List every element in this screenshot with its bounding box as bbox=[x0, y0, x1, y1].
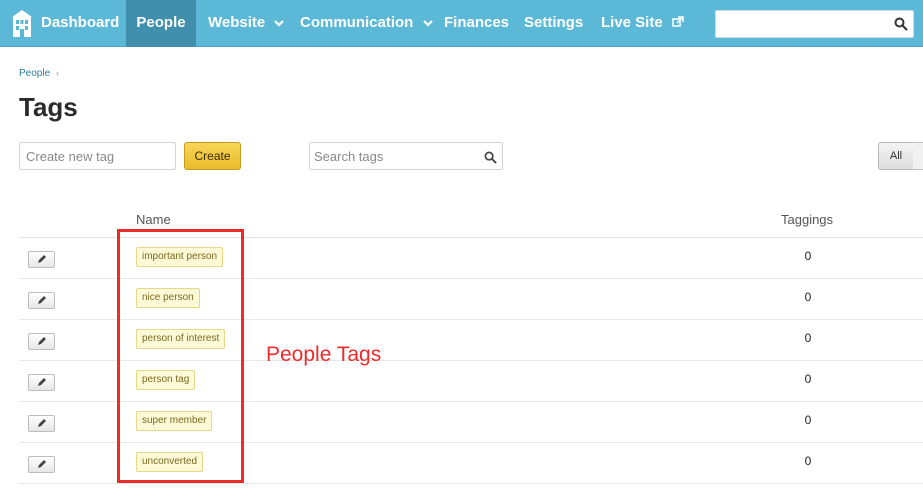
column-header-name[interactable]: Name bbox=[136, 212, 171, 227]
nav-people-label: People bbox=[136, 14, 186, 31]
page-title: Tags bbox=[19, 92, 78, 122]
nav-people[interactable]: People bbox=[126, 0, 196, 47]
global-search-input[interactable] bbox=[720, 12, 890, 36]
chevron-right-icon: › bbox=[55, 68, 59, 78]
pencil-icon bbox=[37, 293, 47, 308]
breadcrumb-people[interactable]: People bbox=[19, 68, 50, 79]
nav-dashboard-label: Dashboard bbox=[41, 14, 120, 31]
edit-button[interactable] bbox=[28, 251, 55, 268]
edit-button[interactable] bbox=[28, 415, 55, 432]
pencil-icon bbox=[37, 416, 47, 431]
nav-live-site[interactable]: Live Site bbox=[601, 0, 684, 47]
external-link-icon bbox=[672, 0, 684, 46]
building-logo-icon[interactable] bbox=[11, 9, 33, 42]
breadcrumb: People › bbox=[19, 68, 59, 79]
column-header-taggings[interactable]: Taggings bbox=[781, 212, 833, 227]
edit-button[interactable] bbox=[28, 456, 55, 473]
pencil-icon bbox=[37, 375, 47, 390]
edit-button[interactable] bbox=[28, 374, 55, 391]
new-tag-input[interactable] bbox=[19, 142, 176, 170]
global-search bbox=[715, 10, 914, 38]
nav-finances[interactable]: Finances bbox=[444, 0, 509, 47]
pencil-icon bbox=[37, 334, 47, 349]
edit-button[interactable] bbox=[28, 333, 55, 350]
nav-settings-label: Settings bbox=[524, 14, 584, 31]
pencil-icon bbox=[37, 457, 47, 472]
top-nav: Dashboard People Website Communication F… bbox=[0, 0, 923, 47]
create-button[interactable]: Create bbox=[184, 142, 241, 170]
nav-dashboard[interactable]: Dashboard bbox=[41, 0, 119, 47]
annotation-label: People Tags bbox=[266, 343, 382, 366]
chevron-down-icon bbox=[274, 0, 285, 46]
search-tags-input[interactable] bbox=[310, 143, 475, 169]
nav-communication-label: Communication bbox=[300, 14, 414, 31]
filter-all-button[interactable]: All bbox=[878, 142, 914, 170]
taggings-count: 0 bbox=[804, 454, 812, 468]
nav-live-site-label: Live Site bbox=[601, 14, 663, 31]
search-icon[interactable] bbox=[484, 151, 497, 169]
edit-button[interactable] bbox=[28, 292, 55, 309]
nav-settings[interactable]: Settings bbox=[524, 0, 583, 47]
taggings-count: 0 bbox=[804, 331, 812, 345]
search-icon[interactable] bbox=[894, 17, 908, 36]
filter-next-button[interactable] bbox=[913, 142, 923, 170]
chevron-down-icon bbox=[422, 0, 433, 46]
nav-finances-label: Finances bbox=[444, 14, 510, 31]
taggings-count: 0 bbox=[804, 290, 812, 304]
nav-website-label: Website bbox=[208, 14, 266, 31]
nav-communication[interactable]: Communication bbox=[300, 0, 433, 47]
nav-website[interactable]: Website bbox=[208, 0, 285, 47]
taggings-count: 0 bbox=[804, 249, 812, 263]
search-tags bbox=[309, 142, 503, 170]
taggings-count: 0 bbox=[804, 413, 812, 427]
taggings-count: 0 bbox=[804, 372, 812, 386]
annotation-highlight-box bbox=[117, 229, 244, 483]
pencil-icon bbox=[37, 252, 47, 267]
